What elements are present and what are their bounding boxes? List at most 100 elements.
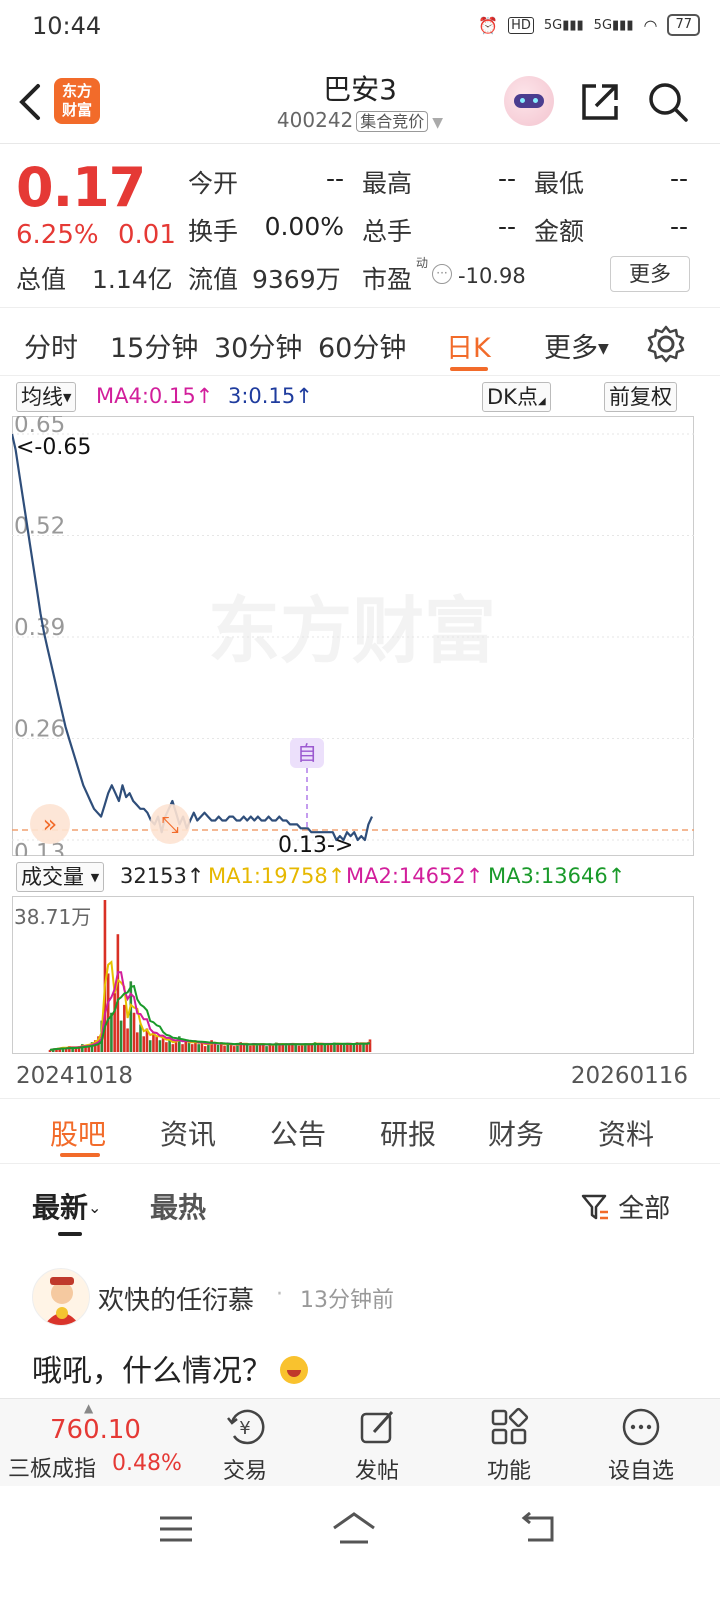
- ma-select[interactable]: 均线▼: [16, 382, 77, 412]
- tab-news[interactable]: 资讯: [160, 1113, 216, 1153]
- kline-header: 均线▼ MA4:0.15↑ 3:0.15↑ DK点◢ 前复权: [0, 382, 720, 414]
- volume-bar: [197, 1044, 200, 1052]
- start-date: 20241018: [16, 1063, 134, 1089]
- float-value: 9369万: [252, 265, 341, 294]
- dropdown-icon[interactable]: ▼: [432, 115, 443, 131]
- add-watchlist-button[interactable]: 设自选: [596, 1405, 686, 1485]
- volume-bar: [352, 1044, 356, 1052]
- settings-gear-icon[interactable]: [646, 324, 686, 364]
- pe-value: -10.98: [458, 264, 526, 288]
- ma3-value: 3:0.15↑: [228, 384, 313, 408]
- volume-bar: [316, 1044, 320, 1052]
- tab-daily-k[interactable]: 日K: [446, 326, 491, 365]
- sort-hot[interactable]: 最热: [150, 1186, 206, 1226]
- active-tab-indicator: [450, 367, 488, 371]
- pe-info-icon[interactable]: ···: [432, 264, 452, 284]
- turnover-label: 换手: [188, 217, 239, 246]
- post-username[interactable]: 欢快的任衍慕: [98, 1280, 254, 1317]
- float-label: 流值: [188, 265, 239, 294]
- amount-value: --: [669, 212, 688, 241]
- avatar[interactable]: [32, 1268, 90, 1326]
- mktcap-label: 总值: [16, 265, 67, 294]
- max-price-label: <-0.65: [16, 435, 91, 460]
- price-chart[interactable]: 东方财富 0.650.520.390.260.13 自 <-0.65 0.13-…: [12, 416, 694, 856]
- tab-intraday[interactable]: 分时: [24, 326, 78, 365]
- volume-select-label: 成交量: [21, 865, 84, 889]
- adjust-select[interactable]: 前复权: [604, 382, 677, 412]
- post-item[interactable]: 欢快的任衍慕 · 13分钟前 哦吼，什么情况？: [0, 1266, 720, 1396]
- corner-caret-icon: ◢: [537, 396, 546, 407]
- volume-bar: [249, 1045, 252, 1052]
- wifi-icon: ◠: [643, 15, 658, 35]
- more-dots-icon: [622, 1408, 660, 1446]
- volume-bar: [216, 1044, 220, 1052]
- clock: 10:44: [32, 12, 102, 40]
- volume-bar: [349, 1044, 352, 1052]
- menu-icon[interactable]: [158, 1514, 194, 1544]
- separator-dot: ·: [276, 1282, 283, 1307]
- volume-bar: [336, 1044, 339, 1052]
- volume-bar: [119, 1020, 123, 1052]
- index-value[interactable]: 760.10: [50, 1415, 141, 1445]
- hd-icon: HD: [508, 16, 534, 34]
- functions-button[interactable]: 功能: [464, 1405, 554, 1485]
- post-button[interactable]: 发帖: [332, 1405, 422, 1485]
- y-tick-label: 0.52: [14, 514, 65, 540]
- svg-text:¥: ¥: [239, 1418, 250, 1439]
- tab-finance[interactable]: 财务: [488, 1113, 544, 1153]
- marker-label: 自: [297, 741, 317, 765]
- period-tabs: 分时 15分钟 30分钟 60分钟 日K 更多▼: [0, 310, 720, 376]
- tab-profile[interactable]: 资料: [598, 1113, 654, 1153]
- filter-all[interactable]: 全部: [580, 1188, 670, 1225]
- volume-bar: [155, 1036, 158, 1052]
- signal-5g-icon: 5G▮▮▮: [543, 17, 584, 33]
- volume-bar: [278, 1045, 281, 1052]
- y-tick-label: 0.26: [14, 717, 65, 743]
- volume-bar: [320, 1044, 323, 1052]
- expand-up-icon[interactable]: ▲: [84, 1401, 93, 1415]
- home-icon[interactable]: [330, 1510, 378, 1546]
- volume-bar: [113, 993, 116, 1052]
- trade-button[interactable]: ¥ 交易: [200, 1405, 290, 1485]
- quote-panel: 0.17 6.25% 0.01 今开 -- 最高 -- 最低 -- 换手 0.0…: [0, 146, 720, 308]
- volume-max-label: 38.71万: [14, 905, 91, 929]
- dk-point-select[interactable]: DK点◢: [482, 382, 551, 412]
- caret-down-icon: ▼: [90, 871, 100, 884]
- tab-announcements[interactable]: 公告: [270, 1113, 326, 1153]
- tab-guba[interactable]: 股吧: [50, 1113, 106, 1153]
- volume-bar: [203, 1046, 207, 1052]
- status-bar: 10:44 ⏰ HD 5G▮▮▮ 5G▮▮▮ ◠ 77: [0, 0, 720, 56]
- search-icon[interactable]: [646, 80, 690, 124]
- tab-more-label: 更多: [544, 333, 598, 364]
- sort-latest[interactable]: 最新⌄: [32, 1186, 101, 1226]
- volume-header: 成交量 ▼ 32153↑ MA1:19758↑ MA2:14652↑ MA3:1…: [0, 862, 720, 894]
- tab-15min[interactable]: 15分钟: [110, 326, 198, 365]
- share-icon[interactable]: [578, 80, 622, 124]
- ma4-value: MA4:0.15↑: [96, 384, 214, 408]
- sort-latest-label: 最新: [32, 1191, 89, 1224]
- trade-label: 交易: [222, 1459, 267, 1484]
- volume-bar: [135, 1032, 139, 1052]
- vol-ma2: MA2:14652↑: [346, 864, 484, 888]
- watch-label: 设自选: [607, 1459, 674, 1484]
- volume-bar: [265, 1046, 268, 1052]
- min-price-label: 0.13->: [278, 833, 353, 856]
- caret-down-icon: ▼: [63, 391, 72, 404]
- volume-chart[interactable]: 38.71万: [12, 896, 694, 1054]
- grid-icon: [491, 1407, 529, 1445]
- ma-select-label: 均线: [21, 385, 63, 409]
- tab-60min[interactable]: 60分钟: [318, 326, 406, 365]
- tab-30min[interactable]: 30分钟: [214, 326, 302, 365]
- volume-bar: [142, 1036, 146, 1052]
- more-quote-button[interactable]: 更多: [610, 256, 690, 292]
- volume-bar: [165, 1042, 168, 1052]
- tab-more[interactable]: 更多▼: [544, 326, 609, 365]
- volume-select[interactable]: 成交量 ▼: [16, 862, 105, 892]
- volume-bar: [181, 1044, 184, 1052]
- ai-assistant-icon[interactable]: [504, 76, 554, 126]
- high-value: --: [497, 164, 516, 193]
- index-name[interactable]: 三板成指: [8, 1451, 96, 1483]
- back-nav-icon[interactable]: [520, 1512, 558, 1544]
- tab-research[interactable]: 研报: [380, 1113, 436, 1153]
- volume-bar: [255, 1044, 259, 1052]
